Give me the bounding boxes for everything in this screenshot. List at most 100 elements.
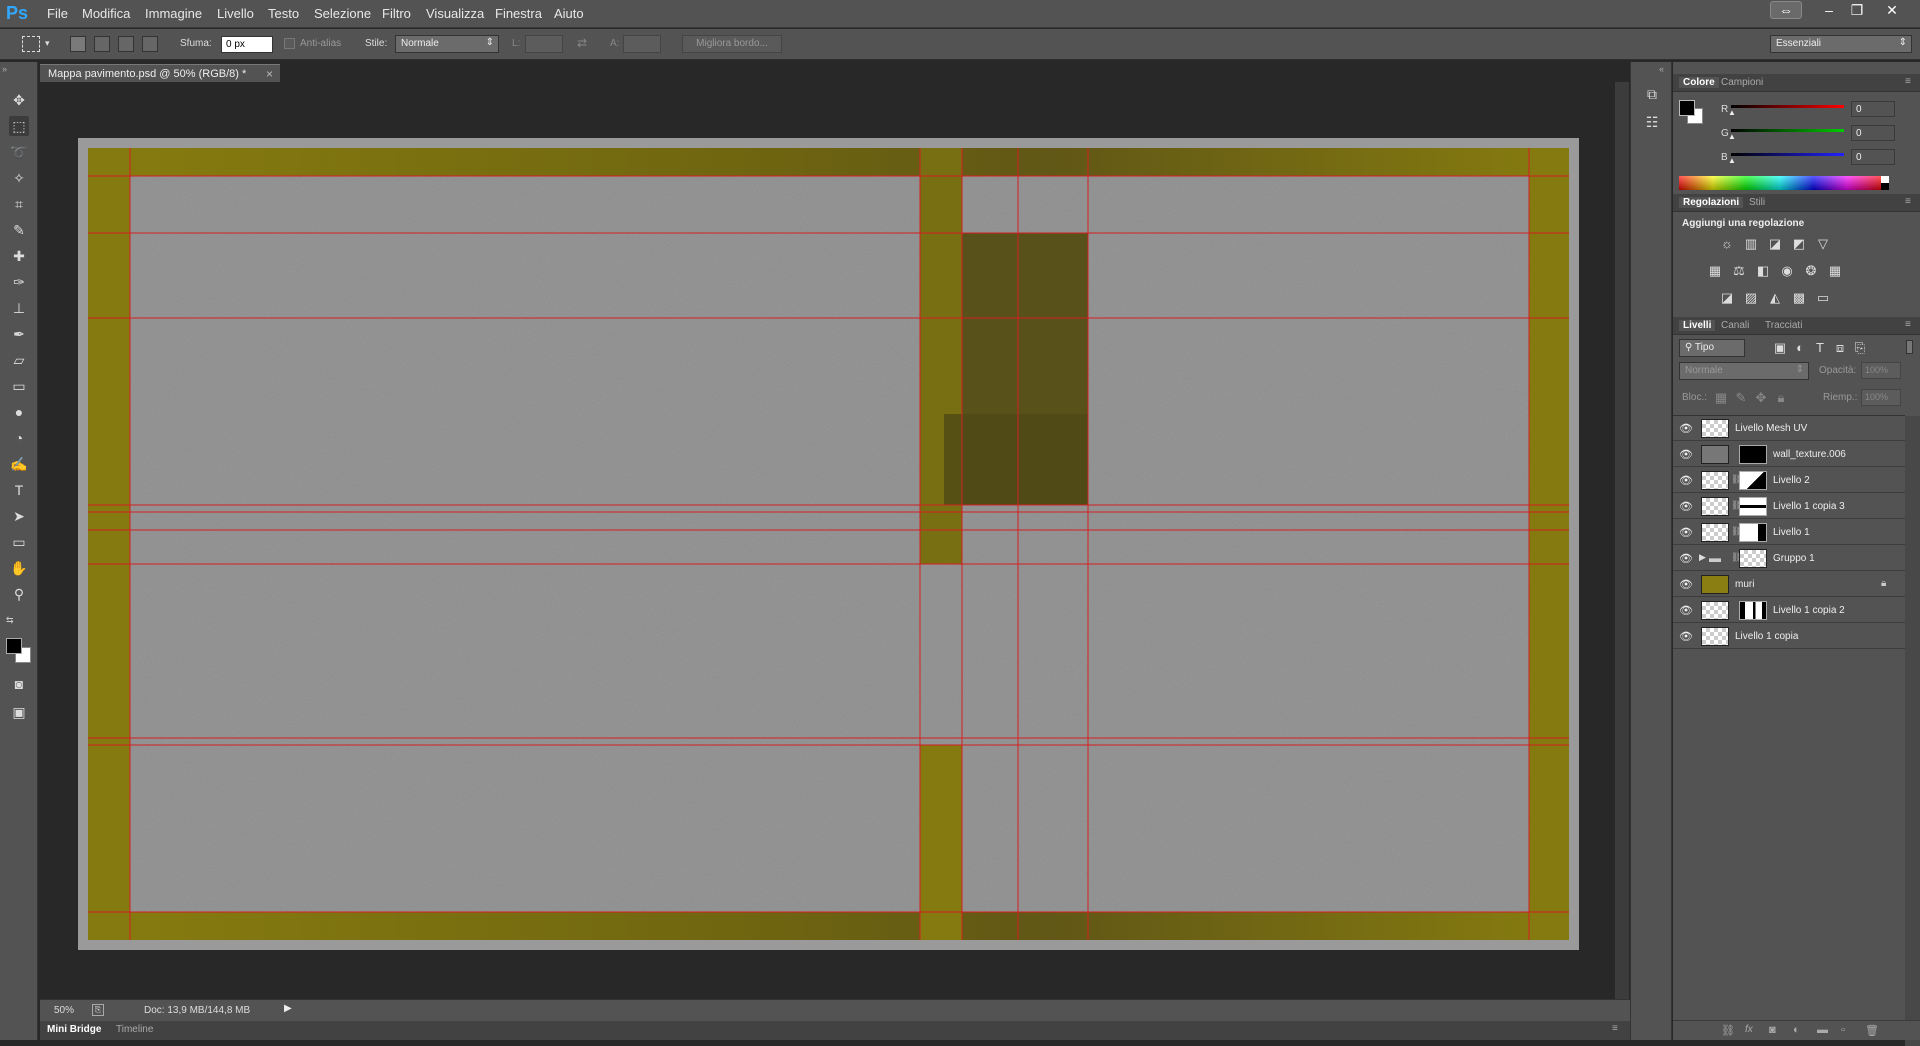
new-adjustment-icon[interactable]: ◐	[1793, 1024, 1800, 1036]
gradient-map-icon[interactable]: ▭	[1814, 290, 1832, 306]
visibility-eye-icon[interactable]: 👁︎	[1679, 604, 1693, 617]
vertical-scrollbar[interactable]	[1615, 82, 1629, 999]
chevron-down-icon[interactable]: ▾	[45, 38, 50, 49]
style-select[interactable]: Normale ⇕	[395, 35, 499, 53]
gradient-tool-icon[interactable]: ▭	[9, 376, 29, 396]
document-tab[interactable]: Mappa pavimento.psd @ 50% (RGB/8) * ×	[40, 64, 280, 82]
menu-immagine[interactable]: Immagine	[145, 6, 202, 21]
invert-icon[interactable]: ◪	[1718, 290, 1736, 306]
layer-row[interactable]: 👁︎ Livello 1 copia	[1673, 624, 1905, 649]
layer-mask-thumbnail[interactable]	[1739, 445, 1767, 464]
eyedropper-icon[interactable]: ✎	[9, 220, 29, 240]
hand-tool-icon[interactable]: ✋	[9, 558, 29, 578]
crop-tool-icon[interactable]: ⌗	[9, 194, 29, 214]
lock-transparent-icon[interactable]: ▦	[1712, 390, 1730, 406]
menu-testo[interactable]: Testo	[268, 6, 299, 21]
brush-tool-icon[interactable]: ✑	[9, 272, 29, 292]
posterize-icon[interactable]: ▨	[1742, 290, 1760, 306]
panel-menu-icon[interactable]: ≡	[1905, 319, 1911, 330]
visibility-eye-icon[interactable]: 👁︎	[1679, 500, 1693, 513]
menu-file[interactable]: File	[47, 6, 68, 21]
screen-mode-icon[interactable]: ▣	[9, 702, 29, 722]
shape-tool-icon[interactable]: ▭	[9, 532, 29, 552]
fill-input[interactable]: 100%	[1861, 389, 1901, 406]
healing-brush-icon[interactable]: ✚	[9, 246, 29, 266]
tab-campioni[interactable]: Campioni	[1721, 77, 1763, 88]
visibility-eye-icon[interactable]: 👁︎	[1679, 526, 1693, 539]
trash-icon[interactable]: 🗑︎	[1865, 1024, 1879, 1037]
r-value-input[interactable]: 0	[1851, 101, 1895, 117]
layer-mask-thumbnail[interactable]	[1739, 601, 1767, 620]
zoom-tool-icon[interactable]: ⚲	[9, 584, 29, 604]
b-slider-track[interactable]	[1731, 153, 1844, 156]
tab-stili[interactable]: Stili	[1749, 197, 1765, 208]
photo-filter-icon[interactable]: ◉	[1778, 263, 1796, 279]
collapse-icon[interactable]: «	[1659, 64, 1664, 74]
menu-livello[interactable]: Livello	[217, 6, 254, 21]
layer-row[interactable]: 👁︎ wall_texture.006	[1673, 442, 1905, 467]
curves-icon[interactable]: ◪	[1766, 236, 1784, 252]
antialias-checkbox[interactable]	[284, 38, 295, 49]
blend-mode-select[interactable]: Normale ⇕	[1679, 362, 1809, 380]
tab-timeline[interactable]: Timeline	[116, 1024, 153, 1035]
restore-button[interactable]: ❐	[1840, 2, 1874, 20]
filter-type-icon[interactable]: T	[1811, 340, 1829, 356]
close-tab-icon[interactable]: ×	[266, 67, 273, 81]
channel-mixer-icon[interactable]: ❂	[1802, 263, 1820, 279]
layer-row[interactable]: 👁︎ ⛓ Livello 2	[1673, 468, 1905, 493]
visibility-eye-icon[interactable]: 👁︎	[1679, 552, 1693, 565]
layer-row[interactable]: 👁︎ muri 🔒︎	[1673, 572, 1905, 597]
properties-panel-icon[interactable]: ☷	[1642, 114, 1662, 134]
r-slider-handle-icon[interactable]: ▲	[1728, 108, 1736, 117]
lock-all-icon[interactable]: 🔒︎	[1772, 390, 1790, 406]
panel-menu-icon[interactable]: ≡	[1612, 1023, 1618, 1034]
canvas-area[interactable]	[40, 82, 1615, 999]
levels-icon[interactable]: ▥	[1742, 236, 1760, 252]
type-tool-icon[interactable]: T	[9, 480, 29, 500]
b-value-input[interactable]: 0	[1851, 149, 1895, 165]
menu-modifica[interactable]: Modifica	[82, 6, 130, 21]
tab-colore[interactable]: Colore	[1679, 77, 1719, 88]
menu-finestra[interactable]: Finestra	[495, 6, 542, 21]
menu-visualizza[interactable]: Visualizza	[426, 6, 484, 21]
g-slider-track[interactable]	[1731, 129, 1844, 132]
refine-edge-button[interactable]: Migliora bordo...	[682, 35, 782, 53]
dodge-tool-icon[interactable]: ◔	[9, 428, 29, 448]
layer-row[interactable]: 👁︎ Livello Mesh UV	[1673, 416, 1905, 441]
new-layer-icon[interactable]: ▫	[1841, 1024, 1845, 1036]
quick-mask-icon[interactable]: ◙	[9, 674, 29, 694]
menu-selezione[interactable]: Selezione	[314, 6, 371, 21]
threshold-icon[interactable]: ◭	[1766, 290, 1784, 306]
magic-wand-icon[interactable]: ✧	[9, 168, 29, 188]
swap-colors-icon[interactable]: ⇆	[6, 615, 14, 626]
filter-pixel-icon[interactable]: ▣	[1771, 340, 1789, 356]
layers-scrollbar[interactable]	[1905, 416, 1920, 1046]
marquee-tool-preset-icon[interactable]	[22, 36, 40, 52]
vibrance-icon[interactable]: ▽	[1814, 236, 1832, 252]
foreground-color-swatch[interactable]	[1679, 100, 1695, 116]
group-mask-thumbnail[interactable]	[1739, 549, 1767, 568]
height-input[interactable]	[623, 35, 661, 53]
foreground-color-swatch[interactable]	[6, 638, 22, 654]
history-panel-icon[interactable]: ⧉	[1642, 86, 1662, 106]
tab-canali[interactable]: Canali	[1721, 320, 1749, 331]
move-tool-icon[interactable]: ✥	[9, 90, 29, 110]
subtract-selection-icon[interactable]	[118, 36, 134, 52]
history-brush-icon[interactable]: ✒	[9, 324, 29, 344]
layer-row[interactable]: 👁︎ ⛓ Livello 1 copia 3	[1673, 494, 1905, 519]
add-mask-icon[interactable]: ◙	[1769, 1024, 1776, 1036]
feather-input[interactable]: 0 px	[221, 36, 273, 53]
color-spectrum-ramp[interactable]	[1679, 176, 1881, 190]
b-slider-handle-icon[interactable]: ▲	[1728, 156, 1736, 165]
workspace-select[interactable]: Essenziali ⇕	[1770, 35, 1912, 53]
collapse-icon[interactable]: »	[2, 64, 7, 74]
layer-row[interactable]: 👁︎ ▶ ▬ ⛓ Gruppo 1	[1673, 546, 1905, 571]
g-value-input[interactable]: 0	[1851, 125, 1895, 141]
filter-adjustment-icon[interactable]: ◐	[1791, 340, 1809, 356]
panel-menu-icon[interactable]: ≡	[1905, 76, 1911, 87]
link-layers-icon[interactable]: ⛓	[1721, 1024, 1735, 1037]
arrange-documents-button[interactable]: ⇔	[1770, 1, 1802, 19]
tab-mini-bridge[interactable]: Mini Bridge	[47, 1024, 101, 1035]
color-balance-icon[interactable]: ⚖	[1730, 263, 1748, 279]
layer-mask-thumbnail[interactable]	[1739, 497, 1767, 516]
